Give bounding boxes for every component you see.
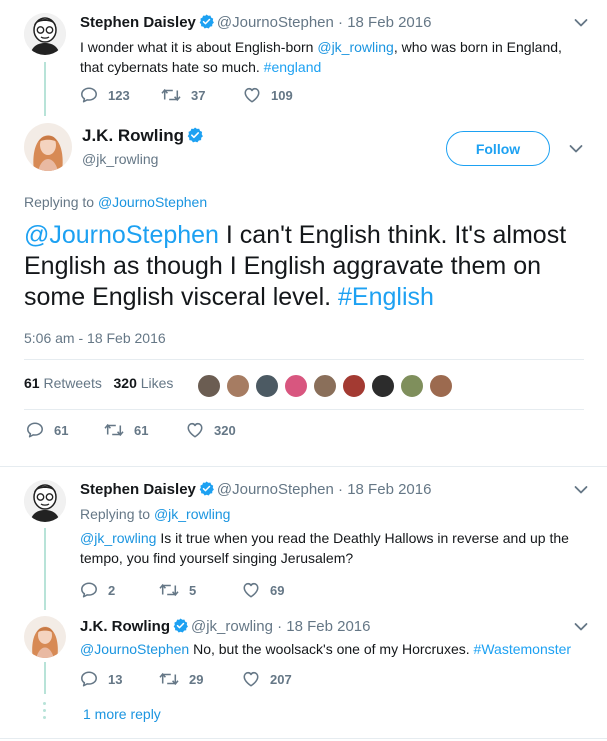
- reply-button[interactable]: 2: [80, 581, 115, 599]
- tweet-date[interactable]: · 18 Feb 2016: [277, 618, 370, 635]
- reply-icon: [26, 421, 44, 439]
- reply-icon: [80, 86, 98, 104]
- like-icon: [242, 670, 260, 688]
- tweet-text: I wonder what it is about English-born @…: [80, 39, 562, 75]
- author-name[interactable]: Stephen Daisley: [80, 14, 196, 31]
- hashtag-link[interactable]: #Wastemonster: [474, 641, 572, 657]
- replying-to-link[interactable]: @jk_rowling: [154, 506, 230, 522]
- like-button[interactable]: 207: [242, 670, 292, 688]
- like-button[interactable]: 320: [186, 421, 236, 439]
- replying-to-link[interactable]: @JournoStephen: [98, 194, 207, 210]
- liker-avatar[interactable]: [197, 374, 221, 398]
- hashtag-link[interactable]: #england: [264, 59, 322, 75]
- tweet-timestamp[interactable]: 5:06 am - 18 Feb 2016: [24, 330, 166, 346]
- reply-button[interactable]: 123: [80, 86, 130, 104]
- replying-to: Replying to @JournoStephen: [24, 194, 208, 210]
- verified-icon: [199, 14, 214, 29]
- mention-link[interactable]: @jk_rowling: [80, 530, 156, 546]
- author-handle[interactable]: @JournoStephen: [217, 481, 334, 498]
- like-stat[interactable]: 320 Likes: [114, 375, 174, 391]
- liker-avatar[interactable]: [226, 374, 250, 398]
- more-replies-link[interactable]: 1 more reply: [83, 706, 161, 722]
- tweet-header: Stephen Daisley @JournoStephen · 18 Feb 2…: [80, 14, 431, 31]
- retweet-button[interactable]: 5: [159, 581, 196, 599]
- mention-link[interactable]: @jk_rowling: [317, 39, 393, 55]
- tweet-text: @jk_rowling Is it true when you read the…: [80, 530, 569, 566]
- retweet-button[interactable]: 61: [104, 421, 148, 439]
- retweet-icon: [161, 86, 181, 104]
- author-handle[interactable]: @JournoStephen: [217, 14, 334, 31]
- avatar[interactable]: [24, 616, 66, 658]
- verified-icon: [199, 481, 214, 496]
- chevron-down-icon[interactable]: [574, 485, 588, 495]
- liker-avatar[interactable]: [429, 374, 453, 398]
- retweet-icon: [159, 581, 179, 599]
- tweet-text: @JournoStephen No, but the woolsack's on…: [80, 641, 572, 657]
- retweet-button[interactable]: 29: [159, 670, 203, 688]
- like-icon: [242, 581, 260, 599]
- mention-link[interactable]: @JournoStephen: [80, 641, 189, 657]
- reply-icon: [80, 670, 98, 688]
- tweet-header: J.K. Rowling @jk_rowling · 18 Feb 2016: [80, 618, 371, 635]
- follow-button[interactable]: Follow: [446, 131, 550, 166]
- chevron-down-icon[interactable]: [569, 144, 583, 154]
- divider: [24, 409, 584, 410]
- retweet-icon: [159, 670, 179, 688]
- chevron-down-icon[interactable]: [574, 18, 588, 28]
- like-button[interactable]: 109: [243, 86, 293, 104]
- tweet-date[interactable]: · 18 Feb 2016: [338, 481, 431, 498]
- reply-icon: [80, 581, 98, 599]
- replying-to: Replying to @jk_rowling: [80, 506, 231, 522]
- thread-line: [44, 528, 46, 610]
- like-icon: [186, 421, 204, 439]
- tweet-text: @JournoStephen I can't English think. It…: [24, 221, 567, 311]
- retweet-stat[interactable]: 61 Retweets: [24, 375, 102, 391]
- liker-avatar[interactable]: [255, 374, 279, 398]
- like-icon: [243, 86, 261, 104]
- avatar[interactable]: [24, 123, 72, 171]
- liker-avatar[interactable]: [371, 374, 395, 398]
- avatar[interactable]: [24, 13, 66, 55]
- divider: [0, 466, 607, 467]
- author-handle[interactable]: @jk_rowling: [82, 151, 158, 167]
- engagement-stats: 61 Retweets 320 Likes: [24, 375, 173, 391]
- thread-line: [44, 62, 46, 116]
- mention-link[interactable]: @JournoStephen: [24, 221, 219, 249]
- author-name[interactable]: Stephen Daisley: [80, 481, 196, 498]
- retweet-button[interactable]: 37: [161, 86, 205, 104]
- author-block: J.K. Rowling: [82, 126, 206, 146]
- liker-avatar[interactable]: [342, 374, 366, 398]
- avatar[interactable]: [24, 480, 66, 522]
- thread-dots: [43, 702, 46, 723]
- verified-icon: [173, 618, 188, 633]
- chevron-down-icon[interactable]: [574, 622, 588, 632]
- retweet-icon: [104, 421, 124, 439]
- tweet-header: Stephen Daisley @JournoStephen · 18 Feb 2…: [80, 481, 431, 498]
- reply-button[interactable]: 61: [26, 421, 68, 439]
- verified-icon: [187, 127, 203, 143]
- hashtag-link[interactable]: #English: [338, 283, 434, 311]
- tweet-date[interactable]: · 18 Feb 2016: [338, 14, 431, 31]
- author-name[interactable]: J.K. Rowling: [80, 618, 170, 635]
- author-name[interactable]: J.K. Rowling: [82, 126, 184, 145]
- divider: [0, 738, 607, 739]
- reply-button[interactable]: 13: [80, 670, 122, 688]
- like-button[interactable]: 69: [242, 581, 284, 599]
- liker-avatar[interactable]: [313, 374, 337, 398]
- author-handle[interactable]: @jk_rowling: [191, 618, 273, 635]
- thread-line: [44, 662, 46, 694]
- liker-avatar[interactable]: [400, 374, 424, 398]
- divider: [24, 359, 584, 360]
- liker-avatar[interactable]: [284, 374, 308, 398]
